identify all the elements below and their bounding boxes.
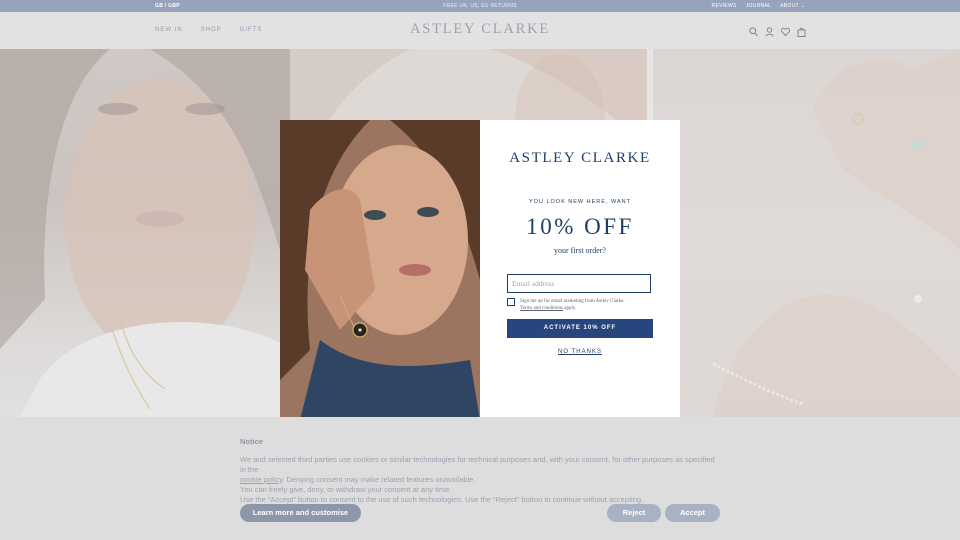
utility-links: REVIEWS JOURNAL ABOUT ⌄ — [712, 3, 805, 9]
popup-logo: ASTLEY CLARKE — [509, 150, 651, 166]
header-icons — [749, 24, 806, 37]
chevron-down-icon: ⌄ — [800, 3, 805, 9]
popup-headline: 10% OFF — [526, 214, 634, 239]
email-input[interactable]: Email address — [507, 274, 651, 293]
journal-link[interactable]: JOURNAL — [746, 3, 771, 9]
notice-text: We and selected third parties use cookie… — [240, 455, 715, 504]
reject-button[interactable]: Reject — [607, 504, 661, 522]
cookie-policy-link[interactable]: cookie policy — [240, 475, 282, 484]
wishlist-heart-icon[interactable] — [780, 24, 791, 37]
reviews-link[interactable]: REVIEWS — [712, 3, 737, 9]
popup-kicker: YOU LOOK NEW HERE, WANT — [529, 199, 631, 205]
notice-title: Notice — [240, 437, 263, 446]
site-logo[interactable]: ASTLEY CLARKE — [0, 21, 960, 38]
cookie-notice: Notice We and selected third parties use… — [0, 417, 960, 540]
search-icon[interactable] — [749, 24, 758, 37]
popup-model-image — [280, 120, 480, 420]
site-header: NEW IN SHOP GIFTS ASTLEY CLARKE — [0, 12, 960, 49]
popup-subline: your first order? — [554, 246, 606, 255]
marketing-consent-label: Sign me up for email marketing from Astl… — [520, 299, 625, 311]
accept-button[interactable]: Accept — [665, 504, 720, 522]
discount-popup: ASTLEY CLARKE YOU LOOK NEW HERE, WANT 10… — [480, 120, 680, 420]
learn-more-customise-button[interactable]: Learn more and customise — [240, 504, 361, 522]
account-icon[interactable] — [765, 24, 774, 37]
promo-message: FREE UK, US, EU RETURNS — [443, 3, 517, 9]
activate-discount-button[interactable]: ACTIVATE 10% OFF — [507, 319, 653, 338]
marketing-consent-checkbox[interactable] — [507, 298, 515, 306]
utility-bar: GB / GBP FREE UK, US, EU RETURNS REVIEWS… — [0, 0, 960, 12]
about-link[interactable]: ABOUT ⌄ — [780, 3, 805, 9]
no-thanks-link[interactable]: NO THANKS — [480, 349, 680, 355]
bag-icon[interactable] — [797, 24, 806, 37]
terms-link[interactable]: Terms and conditions — [520, 306, 563, 311]
